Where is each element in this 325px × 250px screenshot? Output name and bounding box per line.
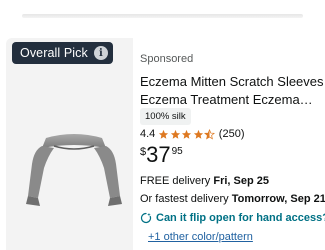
star-rating[interactable] [158,128,216,140]
review-count[interactable]: (250) [219,128,245,140]
fastest-date: Tomorrow, Sep 21 [231,193,325,205]
scroll-indicator [22,14,303,18]
fastest-prefix: Or fastest delivery [140,193,232,205]
product-card[interactable]: Overall Pick i Sponsored Eczema Mitten S… [0,38,325,250]
top-strip [0,0,325,28]
material-badge: 100% silk [140,108,191,125]
product-image[interactable] [24,130,124,210]
product-title[interactable]: Eczema Mitten Scratch Sleeves | Eczema T… [140,73,323,109]
info-icon[interactable]: i [93,46,108,60]
sponsored-label[interactable]: Sponsored [140,53,193,65]
star-icon [170,129,180,139]
overall-pick-label: Overall Pick [20,46,88,60]
price[interactable]: $ 37 95 [140,142,183,168]
price-whole: 37 [146,142,171,167]
star-icon [182,129,192,139]
star-icon [193,129,203,139]
star-icon [159,129,169,139]
delivery-prefix: FREE delivery [140,175,214,187]
product-title-line-1[interactable]: Eczema Mitten Scratch Sleeves | [140,73,323,91]
other-color-link[interactable]: +1 other color/pattern [148,231,253,243]
product-image-panel[interactable]: Overall Pick i [6,38,133,250]
fastest-delivery: Or fastest delivery Tomorrow, Sep 21 [140,193,325,205]
overall-pick-badge[interactable]: Overall Pick i [12,42,113,64]
rating-value: 4.4 [140,128,156,140]
rating-row[interactable]: 4.4 (250) [140,126,244,142]
free-delivery: FREE delivery Fri, Sep 25 [140,175,269,187]
product-title-line-2[interactable]: Eczema Treatment Eczema… [140,91,323,109]
question-text[interactable]: Can it flip open for hand access? [156,212,325,224]
price-fraction: 95 [171,146,183,157]
product-question-link[interactable]: Can it flip open for hand access? [140,210,325,226]
ai-sparkle-icon [140,212,152,224]
half-star-icon [204,128,216,139]
delivery-date: Fri, Sep 25 [213,175,269,187]
